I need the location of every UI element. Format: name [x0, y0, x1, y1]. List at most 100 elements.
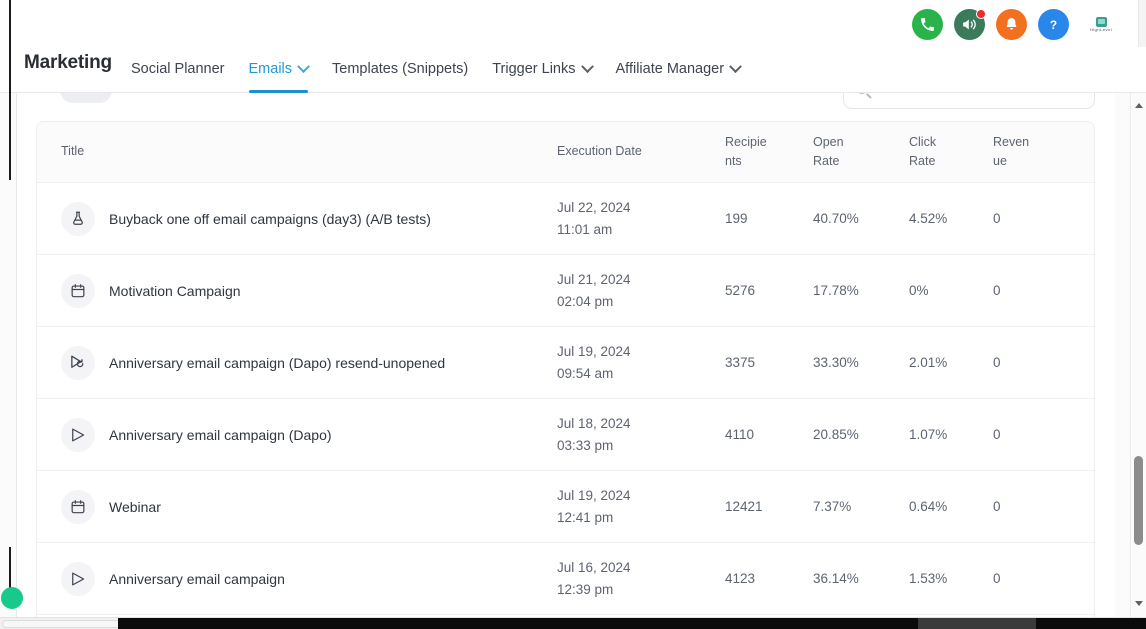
execution-time: 09:54 am	[557, 365, 614, 381]
cell-open-rate: 33.30%	[813, 352, 909, 374]
table-header-row: Title Execution Date Recipie nts Open Ra…	[37, 122, 1094, 183]
vertical-scrollbar-thumb[interactable]	[1134, 456, 1143, 545]
table-toolbar: Search	[16, 93, 1115, 121]
phone-icon[interactable]	[912, 9, 943, 40]
click-rate-value: 0%	[909, 282, 929, 298]
cell-recipients: 5276	[725, 280, 813, 302]
column-label-line2: nts	[725, 154, 742, 168]
table-row[interactable]: Buyback one off email campaigns (day3) (…	[37, 183, 1094, 255]
cell-title[interactable]: Anniversary email campaign (Dapo)	[37, 417, 557, 452]
cell-recipients: 4123	[725, 568, 813, 590]
cell-recipients: 4110	[725, 424, 813, 446]
recipients-value: 5276	[725, 282, 756, 298]
click-rate-value: 1.07%	[909, 426, 948, 442]
nav-label: Social Planner	[131, 61, 225, 77]
cell-recipients: 12421	[725, 496, 813, 518]
send-icon	[61, 417, 95, 452]
cell-click-rate: 0.64%	[909, 496, 993, 518]
cell-click-rate: 1.53%	[909, 568, 993, 590]
chevron-down-icon	[580, 59, 594, 73]
cell-execution-date: Jul 22, 2024 11:01 am	[557, 197, 725, 241]
column-label-line2: ue	[993, 154, 1007, 168]
column-header-revenue[interactable]: Reven ue	[993, 133, 1071, 172]
click-rate-value: 2.01%	[909, 354, 948, 370]
table-row[interactable]: Anniversary email campaign (Dapo) resend…	[37, 327, 1094, 399]
send-icon	[61, 561, 95, 596]
nav-item-templates[interactable]: Templates (Snippets)	[332, 50, 492, 88]
open-rate-value: 17.78%	[813, 282, 859, 298]
cell-revenue: 0	[993, 352, 1071, 374]
revenue-value: 0	[993, 570, 1001, 586]
revenue-value: 0	[993, 354, 1001, 370]
bell-icon[interactable]	[996, 9, 1027, 40]
cell-execution-date: Jul 16, 2024 12:39 pm	[557, 557, 725, 601]
column-header-click-rate[interactable]: Click Rate	[909, 133, 993, 172]
cell-title[interactable]: Motivation Campaign	[37, 273, 557, 308]
column-header-open-rate[interactable]: Open Rate	[813, 133, 909, 172]
scroll-down-button[interactable]	[1131, 595, 1146, 611]
app-logo[interactable]: HighLevel	[1086, 12, 1116, 38]
execution-date: Jul 19, 2024	[557, 343, 631, 359]
cell-open-rate: 17.78%	[813, 280, 909, 302]
cell-revenue: 0	[993, 496, 1071, 518]
cell-click-rate: 0%	[909, 280, 993, 302]
column-header-execution-date[interactable]: Execution Date	[557, 142, 725, 161]
left-window-rail-top	[9, 0, 11, 93]
app-screen: Marketing Social Planner Emails Template…	[0, 0, 1146, 629]
toolbar-filter-pill[interactable]	[60, 93, 112, 103]
cell-title[interactable]: Anniversary email campaign (Dapo) resend…	[37, 345, 557, 380]
content-panel: Search Title Execution Date Recipie nts	[16, 93, 1115, 617]
brand-row: Marketing	[24, 52, 112, 74]
triangle-down-icon	[1134, 600, 1143, 606]
nav-item-emails[interactable]: Emails	[248, 50, 333, 93]
open-rate-value: 40.70%	[813, 210, 859, 226]
execution-time: 12:39 pm	[557, 581, 614, 597]
cell-title[interactable]: Buyback one off email campaigns (day3) (…	[37, 201, 557, 236]
calendar-icon	[61, 489, 95, 524]
execution-date: Jul 16, 2024	[557, 559, 631, 575]
nav-item-affiliate-manager[interactable]: Affiliate Manager	[616, 50, 765, 88]
flask-icon	[61, 201, 95, 236]
nav-item-social-planner[interactable]: Social Planner	[131, 50, 249, 88]
cell-revenue: 0	[993, 208, 1071, 230]
cell-revenue: 0	[993, 424, 1071, 446]
cell-execution-date: Jul 18, 2024 03:33 pm	[557, 413, 725, 457]
open-rate-value: 33.30%	[813, 354, 859, 370]
table-row[interactable]: Webinar Jul 19, 2024 12:41 pm 12421 7.37% 0.6…	[37, 471, 1094, 543]
nav-label: Templates (Snippets)	[332, 61, 469, 77]
table-row[interactable]: Motivation Campaign Jul 21, 2024 02:04 pm 5…	[37, 255, 1094, 327]
cell-title[interactable]: Webinar	[37, 489, 557, 524]
nav-label: Affiliate Manager	[615, 61, 725, 77]
click-rate-value: 4.52%	[909, 210, 948, 226]
revenue-value: 0	[993, 426, 1001, 442]
nav-label: Trigger Links	[492, 61, 576, 77]
column-label-line2: Rate	[909, 154, 936, 168]
column-header-title[interactable]: Title	[37, 142, 557, 161]
cell-title[interactable]: Anniversary email campaign	[37, 561, 557, 596]
notification-badge-dot	[976, 9, 986, 19]
nav-label: Emails	[248, 61, 293, 77]
taskbar-strip	[118, 618, 1146, 629]
table-row[interactable]: Anniversary email campaign (Dapo) Jul 18,…	[37, 399, 1094, 471]
content-left-border	[16, 93, 17, 617]
cell-execution-date: Jul 19, 2024 09:54 am	[557, 341, 725, 385]
campaign-title: Anniversary email campaign (Dapo)	[109, 426, 332, 443]
campaign-title: Motivation Campaign	[109, 282, 241, 299]
calendar-icon	[61, 273, 95, 308]
cell-click-rate: 1.07%	[909, 424, 993, 446]
execution-date: Jul 19, 2024	[557, 487, 631, 503]
scroll-up-button[interactable]	[1131, 97, 1146, 113]
help-icon[interactable]: ?	[1038, 9, 1069, 40]
cell-open-rate: 20.85%	[813, 424, 909, 446]
table-row[interactable]: Anniversary email campaign Jul 16, 2024 12…	[37, 543, 1094, 615]
megaphone-icon[interactable]	[954, 9, 986, 40]
open-rate-value: 20.85%	[813, 426, 859, 442]
column-header-recipients[interactable]: Recipie nts	[725, 133, 813, 172]
execution-date: Jul 22, 2024	[557, 199, 631, 215]
search-input[interactable]: Search	[843, 93, 1095, 109]
campaign-title: Webinar	[109, 498, 161, 515]
vertical-scrollbar[interactable]	[1130, 93, 1146, 617]
chat-widget-button[interactable]	[1, 587, 23, 609]
column-label: Title	[61, 144, 85, 159]
nav-item-trigger-links[interactable]: Trigger Links	[492, 50, 615, 88]
